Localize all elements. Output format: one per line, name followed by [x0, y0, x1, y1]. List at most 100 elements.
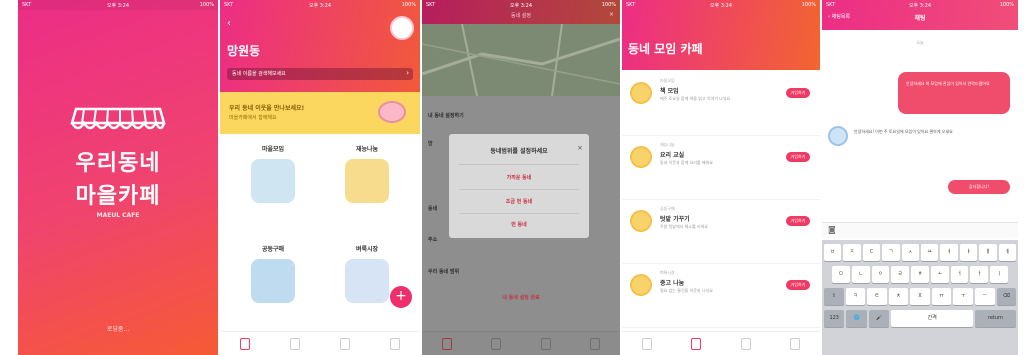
piggy-bank-icon: [378, 101, 406, 123]
numbers-key[interactable]: 123: [824, 310, 845, 327]
clock-label: 오후 3:24: [308, 3, 332, 9]
space-key[interactable]: 간격: [891, 310, 974, 327]
tab-bar: [220, 331, 420, 355]
status-bar: SKT 오후 3:24 100%: [622, 0, 820, 10]
keyboard: ㅂ ㅈ ㄷ ㄱ ㅅ ㅛ ㅕ ㅑ ㅐ ㅔ ㅁ ㄴ ㅇ ㄹ ㅎ ㅗ ㅓ ㅏ ㅣ ⇧ …: [822, 240, 1018, 355]
clock-label: 오후 3:24: [908, 3, 932, 9]
key[interactable]: ㅡ: [974, 288, 995, 305]
chat-screen: SKT 오후 3:24 100% ‹ 채팅목록 채팅 오늘 안녕하세요 책 모임…: [822, 0, 1018, 355]
key[interactable]: ㅋ: [845, 288, 866, 305]
page-title: 동네 설정: [511, 13, 531, 19]
tab-home[interactable]: [441, 337, 452, 350]
key[interactable]: ㅕ: [940, 244, 958, 261]
back-button[interactable]: ‹: [227, 18, 231, 29]
range-modal: 동네범위를 설정하세요 × 가까운 동네 조금 먼 동네 먼 동네: [449, 134, 589, 238]
list-item[interactable]: 벼룩시장 중고 나눔 필요 없는 물건을 이웃과 나눠요 가입하기: [622, 264, 820, 328]
divider: [459, 213, 579, 214]
battery-label: 100%: [999, 2, 1014, 8]
tab-location[interactable]: [340, 337, 350, 350]
category-label: 벼룩시장: [355, 246, 379, 253]
key[interactable]: ㅓ: [950, 266, 969, 283]
search-input[interactable]: 동네 이름을 검색해보세요 ›: [227, 68, 413, 80]
tab-profile[interactable]: [790, 337, 801, 350]
message-input[interactable]: ◙: [822, 222, 1018, 238]
modal-option[interactable]: 조금 먼 동네: [449, 198, 589, 205]
key[interactable]: ㅛ: [921, 244, 939, 261]
key[interactable]: ㅠ: [931, 288, 952, 305]
key[interactable]: ㅇ: [871, 266, 890, 283]
microphone-icon[interactable]: 🎤: [868, 310, 890, 327]
avatar: [630, 82, 652, 104]
item-name: 책 모임: [660, 88, 679, 95]
key[interactable]: ㅎ: [911, 266, 929, 283]
key[interactable]: ㅁ: [832, 266, 850, 283]
key[interactable]: ㅂ: [824, 244, 842, 261]
tab-gift[interactable]: [691, 337, 702, 350]
tab-home[interactable]: [641, 337, 652, 350]
storefront-awning-icon: [70, 107, 166, 130]
key[interactable]: ㅣ: [990, 266, 1009, 283]
confirm-location-link[interactable]: 내 동네 설정 완료: [422, 294, 620, 301]
battery-label: 100%: [199, 2, 214, 8]
key[interactable]: ㄴ: [851, 266, 870, 283]
tab-profile[interactable]: [590, 337, 601, 350]
promo-banner[interactable]: 우리 동네 이웃을 만나보세요! 마을카페에서 함께해요: [220, 92, 420, 134]
profile-avatar[interactable]: [390, 16, 414, 40]
tab-location[interactable]: [540, 337, 551, 350]
category-item[interactable]: 공동구매: [228, 244, 318, 303]
join-button[interactable]: 가입하기: [786, 216, 810, 226]
key[interactable]: ㅗ: [930, 266, 949, 283]
banner-subtext: 마을카페에서 함께해요: [229, 115, 277, 121]
join-button[interactable]: 가입하기: [786, 88, 810, 98]
key[interactable]: ㅅ: [901, 244, 920, 261]
divider: [459, 189, 579, 190]
key[interactable]: ㅑ: [959, 244, 978, 261]
tab-home[interactable]: [240, 337, 250, 350]
key[interactable]: ㅊ: [888, 288, 909, 305]
key[interactable]: ㄱ: [882, 244, 900, 261]
category-item[interactable]: 재능나눔: [322, 144, 412, 203]
shift-key[interactable]: ⇧: [824, 288, 844, 305]
form-row-heading: 내 동네 설정하기: [428, 113, 464, 119]
key[interactable]: ㅈ: [843, 244, 861, 261]
map-view[interactable]: [422, 23, 620, 97]
tab-gift[interactable]: [491, 337, 502, 350]
list-item[interactable]: 마을모임 책 모임 매주 토요일 함께 책을 읽고 이야기 나눠요 가입하기: [622, 72, 820, 136]
avatar: [828, 126, 848, 146]
join-button[interactable]: 가입하기: [786, 152, 810, 162]
category-item[interactable]: 마을모임: [228, 144, 318, 203]
close-icon[interactable]: ×: [609, 11, 614, 18]
key[interactable]: ㅌ: [867, 288, 887, 305]
backspace-key[interactable]: ⌫: [996, 288, 1017, 305]
chevron-right-icon[interactable]: ›: [406, 69, 409, 77]
globe-icon[interactable]: 🌐: [846, 310, 867, 327]
camera-icon[interactable]: ◙: [828, 225, 836, 234]
battery-label: 100%: [601, 2, 616, 8]
tab-location[interactable]: [740, 337, 751, 350]
join-button[interactable]: 가입하기: [786, 280, 810, 290]
modal-option[interactable]: 먼 동네: [449, 221, 589, 228]
chat-header: SKT 오후 3:24 100% ‹ 채팅목록 채팅: [822, 0, 1018, 30]
list-item[interactable]: 공동구매 텃밭 가꾸기 주말 텃밭에서 채소를 키워요 가입하기: [622, 200, 820, 264]
key[interactable]: ㅜ: [953, 288, 973, 305]
key[interactable]: ㅍ: [910, 288, 930, 305]
modal-option[interactable]: 가까운 동네: [449, 174, 589, 181]
key[interactable]: ㄹ: [891, 266, 910, 283]
tab-gift[interactable]: [290, 337, 300, 350]
tab-bar: [422, 331, 620, 355]
key[interactable]: ㄷ: [862, 244, 881, 261]
key[interactable]: ㅏ: [970, 266, 989, 283]
add-button[interactable]: +: [390, 286, 412, 308]
key[interactable]: ㅔ: [998, 244, 1017, 261]
return-key[interactable]: return: [975, 310, 1016, 327]
close-icon[interactable]: ×: [577, 144, 583, 152]
outgoing-message: 안녕하세요 책 모임에 관심이 있어서 연락드렸어요: [898, 72, 1010, 114]
item-category: 벼룩시장: [660, 270, 675, 275]
key[interactable]: ㅐ: [979, 244, 997, 261]
search-placeholder: 동네 이름을 검색해보세요: [232, 71, 286, 77]
outgoing-message: 감사합니다!: [948, 180, 1010, 194]
location-header: SKT 오후 3:24 100% 동네 설정 ×: [422, 0, 620, 24]
tab-profile[interactable]: [390, 337, 400, 350]
banner-headline: 우리 동네 이웃을 만나보세요!: [229, 105, 305, 112]
list-item[interactable]: 재능나눔 요리 교실 동네 이웃과 함께 요리를 배워요 가입하기: [622, 136, 820, 200]
